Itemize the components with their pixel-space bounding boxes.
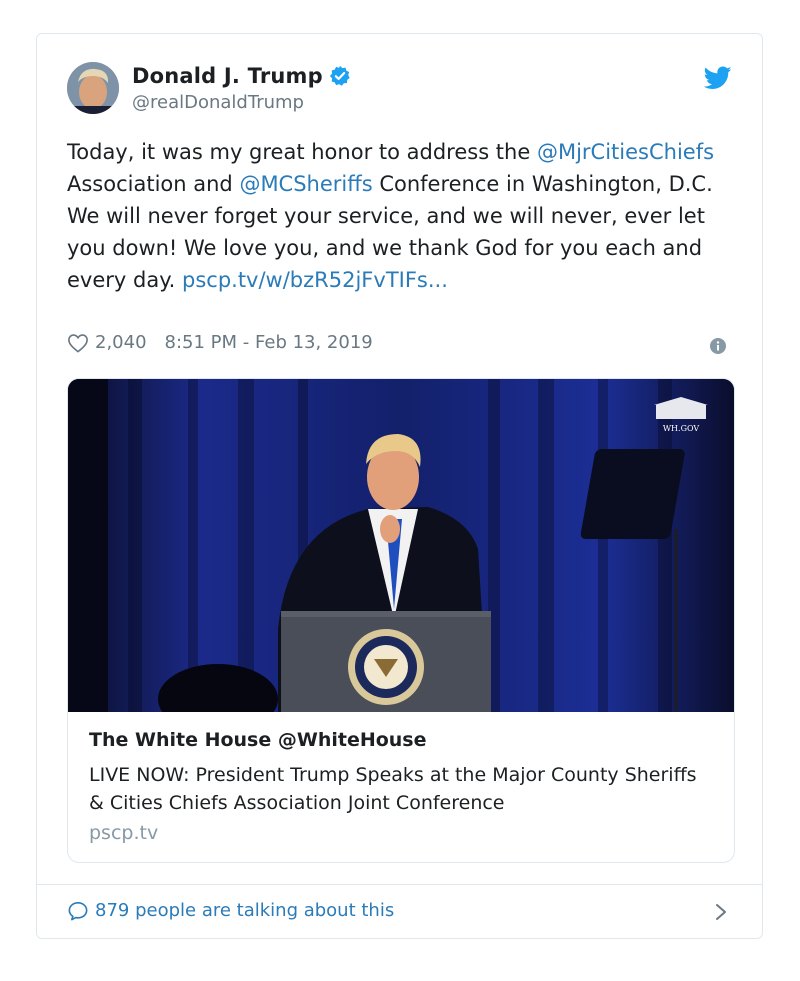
timestamp[interactable]: 8:51 PM - Feb 13, 2019: [165, 332, 373, 353]
card-description[interactable]: LIVE NOW: President Trump Speaks at the …: [89, 761, 709, 817]
conversation-count[interactable]: 879 people are talking about this: [95, 900, 394, 921]
tweet-text-part: Association and: [67, 172, 240, 196]
verified-badge-icon: [329, 65, 350, 86]
chevron-right-icon[interactable]: [714, 902, 728, 922]
tweet-card: Donald J. Trump @realDonaldTrump Today, …: [36, 33, 763, 939]
author-handle[interactable]: @realDonaldTrump: [132, 92, 304, 113]
tweet-meta: 2,040 8:51 PM - Feb 13, 2019: [67, 332, 373, 353]
watermark-text: WH.GOV: [663, 424, 700, 433]
heart-icon[interactable]: [67, 333, 89, 353]
avatar[interactable]: [67, 62, 119, 114]
footer-divider: [37, 884, 762, 885]
author-name[interactable]: Donald J. Trump: [132, 64, 323, 88]
tweet-url-link[interactable]: pscp.tv/w/bzR52jFvTIFs...: [182, 268, 448, 292]
twitter-bird-icon[interactable]: [704, 66, 732, 90]
conversation-link[interactable]: 879 people are talking about this: [67, 900, 394, 921]
speech-bubble-icon: [68, 901, 88, 920]
tweet-text: Today, it was my great honor to address …: [67, 136, 747, 296]
tweet-text-part: Today, it was my great honor to address …: [67, 140, 537, 164]
card-title[interactable]: The White House @WhiteHouse: [89, 729, 427, 751]
author-row: Donald J. Trump: [132, 64, 351, 88]
card-domain[interactable]: pscp.tv: [89, 822, 158, 844]
info-icon[interactable]: [710, 338, 726, 354]
media-card[interactable]: WH.GOV The White House @WhiteHouse LIVE …: [67, 378, 735, 863]
mention-link[interactable]: @MCSheriffs: [239, 172, 372, 196]
like-count[interactable]: 2,040: [95, 332, 147, 353]
video-thumbnail[interactable]: WH.GOV: [68, 379, 734, 712]
mention-link[interactable]: @MjrCitiesChiefs: [537, 140, 714, 164]
